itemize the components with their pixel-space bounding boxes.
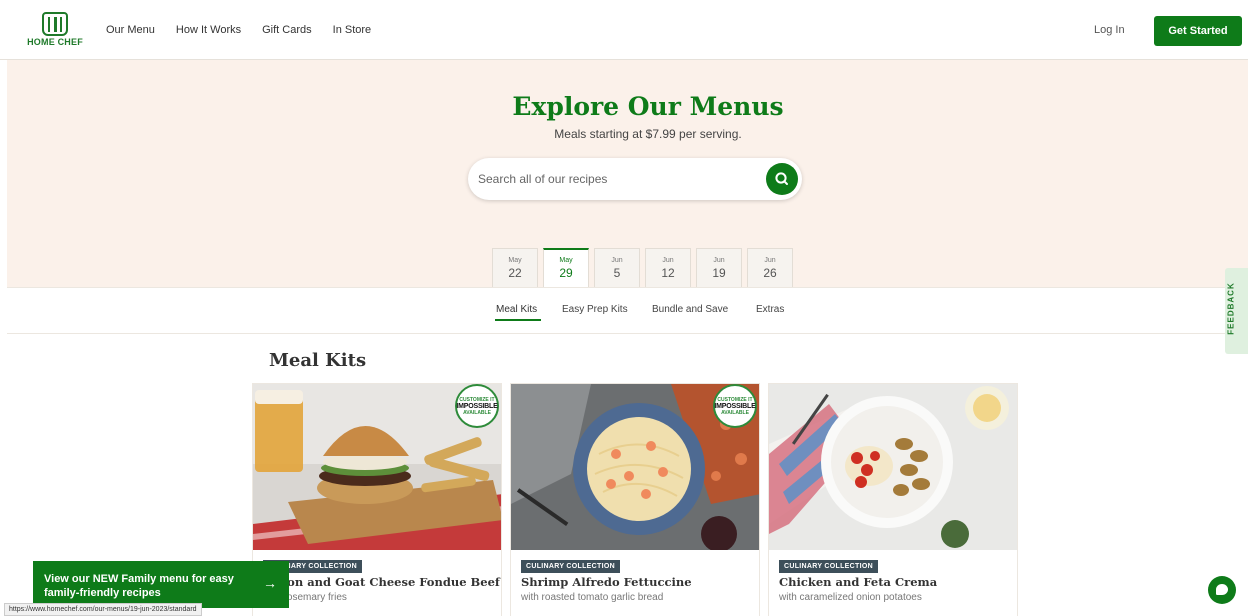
date-tab-day: 19	[712, 266, 726, 280]
date-tab-jun-12[interactable]: Jun 12	[645, 248, 691, 287]
status-bar-url: https://www.homechef.com/our-menus/19-ju…	[4, 603, 202, 616]
tab-bundle-and-save[interactable]: Bundle and Save	[652, 304, 728, 315]
recipe-card[interactable]: CUSTOMIZE IT IMPOSSIBLE AVAILABLE CULINA…	[510, 383, 760, 616]
recipe-title[interactable]: Chicken and Feta Crema	[779, 575, 937, 589]
date-tab-jun-5[interactable]: Jun 5	[594, 248, 640, 287]
tab-extras[interactable]: Extras	[756, 304, 784, 315]
promo-text: View our NEW Family menu for easy family…	[44, 573, 234, 599]
active-tab-underline	[495, 319, 541, 321]
search-icon	[775, 172, 788, 185]
stamp-middle-text: IMPOSSIBLE	[714, 402, 756, 410]
nav-how-it-works[interactable]: How It Works	[176, 24, 241, 36]
recipe-card[interactable]: CUSTOMIZE IT IMPOSSIBLE AVAILABLE CULINA…	[252, 383, 502, 616]
logo-mark-icon	[42, 12, 68, 36]
recipe-title[interactable]: Bacon and Goat Cheese Fondue Beef Burger	[263, 575, 501, 589]
search-button[interactable]	[766, 163, 798, 195]
arrow-right-icon: →	[263, 575, 277, 591]
site-header: HOME CHEF Our Menu How It Works Gift Car…	[0, 0, 1248, 60]
date-tab-day: 29	[559, 266, 573, 280]
date-tab-month: Jun	[713, 257, 725, 264]
chat-bubble-icon[interactable]	[1208, 576, 1236, 604]
date-tab-month: Jun	[764, 257, 776, 264]
stamp-bottom-text: AVAILABLE	[721, 409, 749, 416]
date-tab-may-29[interactable]: May 29	[543, 248, 589, 287]
impossible-stamp: CUSTOMIZE IT IMPOSSIBLE AVAILABLE	[455, 384, 499, 428]
login-link[interactable]: Log In	[1094, 24, 1125, 36]
collection-badge: CULINARY COLLECTION	[779, 560, 878, 573]
logo-text: HOME CHEF	[27, 37, 83, 47]
feedback-label: FEEDBACK	[1226, 282, 1236, 335]
nav-in-store[interactable]: In Store	[333, 24, 372, 36]
date-tab-day: 26	[763, 266, 777, 280]
tab-meal-kits[interactable]: Meal Kits	[496, 304, 537, 315]
recipe-image-shrimp-alfredo: CUSTOMIZE IT IMPOSSIBLE AVAILABLE	[511, 384, 759, 550]
date-tab-day: 22	[508, 266, 522, 280]
collection-badge: CULINARY COLLECTION	[521, 560, 620, 573]
date-tab-month: May	[508, 257, 522, 264]
date-tab-day: 12	[661, 266, 675, 280]
date-tab-may-22[interactable]: May 22	[492, 248, 538, 287]
section-title: Meal Kits	[269, 350, 367, 371]
recipe-image-chicken-feta	[769, 384, 1017, 550]
home-chef-logo[interactable]: HOME CHEF	[27, 12, 83, 50]
date-tab-month: May	[559, 257, 573, 264]
main-nav: Our Menu How It Works Gift Cards In Stor…	[106, 24, 371, 36]
date-tab-jun-19[interactable]: Jun 19	[696, 248, 742, 287]
recipe-subtitle: with roasted tomato garlic bread	[521, 592, 664, 603]
stamp-bottom-text: AVAILABLE	[463, 409, 491, 416]
date-tab-jun-26[interactable]: Jun 26	[747, 248, 793, 287]
recipe-card[interactable]: CULINARY COLLECTION Chicken and Feta Cre…	[768, 383, 1018, 616]
date-tab-month: Jun	[662, 257, 674, 264]
search-box	[468, 158, 802, 200]
page-subtitle: Meals starting at $7.99 per serving.	[554, 127, 742, 141]
feedback-tab[interactable]: FEEDBACK	[1225, 268, 1248, 354]
stamp-middle-text: IMPOSSIBLE	[456, 402, 498, 410]
date-tab-day: 5	[613, 266, 621, 280]
recipe-subtitle: with caramelized onion potatoes	[779, 592, 922, 603]
date-tab-month: Jun	[611, 257, 623, 264]
tab-easy-prep-kits[interactable]: Easy Prep Kits	[562, 304, 628, 315]
page-title: Explore Our Menus	[512, 92, 784, 121]
family-menu-promo[interactable]: View our NEW Family menu for easy family…	[33, 561, 289, 608]
nav-our-menu[interactable]: Our Menu	[106, 24, 155, 36]
get-started-button[interactable]: Get Started	[1154, 16, 1242, 46]
recipe-image-burger: CUSTOMIZE IT IMPOSSIBLE AVAILABLE	[253, 384, 501, 550]
nav-gift-cards[interactable]: Gift Cards	[262, 24, 312, 36]
impossible-stamp: CUSTOMIZE IT IMPOSSIBLE AVAILABLE	[713, 384, 757, 428]
recipe-title[interactable]: Shrimp Alfredo Fettuccine	[521, 575, 692, 589]
search-input[interactable]	[478, 168, 748, 190]
